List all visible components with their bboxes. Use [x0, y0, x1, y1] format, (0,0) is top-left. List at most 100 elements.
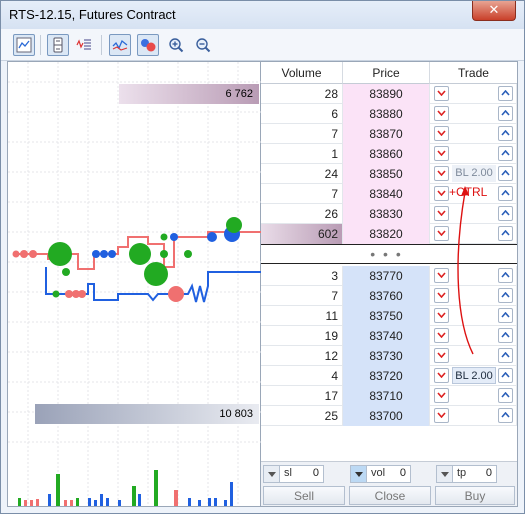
buy-limit-button[interactable]	[498, 166, 513, 181]
volume-cell: 602	[261, 224, 343, 244]
zoom-out-button[interactable]	[192, 34, 214, 56]
price-header[interactable]: Price	[343, 62, 430, 84]
vol-dropdown[interactable]	[351, 466, 367, 482]
chevron-up-icon	[501, 90, 510, 96]
price-cell[interactable]: 83850	[343, 164, 430, 184]
depth-toggle-button[interactable]	[47, 34, 69, 56]
volume-field[interactable]: vol 0	[350, 465, 411, 483]
close-position-button[interactable]: Close	[349, 486, 431, 505]
chevron-up-icon	[501, 230, 510, 236]
price-cell[interactable]: 83880	[343, 104, 430, 124]
price-cell[interactable]: 83830	[343, 204, 430, 224]
tp-label: tp	[457, 467, 467, 479]
sell-limit-button[interactable]	[434, 206, 449, 221]
sell-limit-button[interactable]	[434, 166, 449, 181]
trade-cell	[430, 286, 517, 306]
circles-toggle-button[interactable]	[137, 34, 159, 56]
buy-limit-button[interactable]	[498, 348, 513, 363]
trade-cell	[430, 224, 517, 244]
chevron-down-icon	[437, 412, 446, 418]
tp-dropdown[interactable]	[437, 466, 453, 482]
trade-cell	[430, 266, 517, 286]
vol-value[interactable]: 0	[400, 467, 406, 479]
price-cell[interactable]: 83870	[343, 124, 430, 144]
buy-limit-button[interactable]	[498, 106, 513, 121]
price-cell[interactable]: 83890	[343, 84, 430, 104]
buy-limit-button[interactable]	[498, 288, 513, 303]
bid-row: 7 83760	[261, 286, 517, 306]
stop-loss-field[interactable]: sl 0	[263, 465, 324, 483]
trade-cell	[430, 306, 517, 326]
close-button[interactable]: ✕	[472, 1, 516, 21]
sell-limit-button[interactable]	[434, 86, 449, 101]
take-profit-field[interactable]: tp 0	[436, 465, 497, 483]
sell-limit-button[interactable]	[434, 368, 449, 383]
tp-value[interactable]: 0	[486, 467, 492, 479]
trades-icon	[112, 39, 128, 51]
trade-header[interactable]: Trade	[430, 62, 517, 84]
price-cell[interactable]: 83840	[343, 184, 430, 204]
sell-limit-button[interactable]	[434, 146, 449, 161]
bid-row: 12 83730	[261, 346, 517, 366]
price-cell[interactable]: 83760	[343, 286, 430, 306]
bid-row: 4 83720 BL 2.00	[261, 366, 517, 386]
sl-value[interactable]: 0	[313, 467, 319, 479]
buy-limit-button[interactable]	[498, 86, 513, 101]
buy-limit-button[interactable]	[498, 388, 513, 403]
sell-limit-button[interactable]	[434, 328, 449, 343]
price-cell[interactable]: 83710	[343, 386, 430, 406]
chevron-down-icon	[437, 210, 446, 216]
sell-button[interactable]: Sell	[263, 486, 345, 505]
buy-limit-button[interactable]	[498, 146, 513, 161]
chevron-down-icon	[437, 170, 446, 176]
sell-limit-button[interactable]	[434, 186, 449, 201]
price-cell[interactable]: 83740	[343, 326, 430, 346]
buy-limit-button[interactable]	[498, 206, 513, 221]
price-cell[interactable]: 83820	[343, 224, 430, 244]
buy-limit-button[interactable]	[498, 186, 513, 201]
chart-toggle-button[interactable]	[13, 34, 35, 56]
price-cell[interactable]: 83750	[343, 306, 430, 326]
sell-limit-button[interactable]	[434, 348, 449, 363]
sell-limit-button[interactable]	[434, 288, 449, 303]
sell-limit-button[interactable]	[434, 106, 449, 121]
window: RTS-12.15, Futures Contract ✕ 6 762 10 8…	[0, 0, 525, 514]
buy-limit-button[interactable]	[498, 126, 513, 141]
price-cell[interactable]: 83860	[343, 144, 430, 164]
tick-chart	[8, 62, 261, 506]
buy-limit-button[interactable]	[498, 408, 513, 423]
trades-toggle-button[interactable]	[109, 34, 131, 56]
volume-cell: 3	[261, 266, 343, 286]
zoom-in-button[interactable]	[165, 34, 187, 56]
pending-order-ghost[interactable]: BL 2.00	[452, 165, 496, 182]
pending-order[interactable]: BL 2.00	[452, 367, 496, 384]
buy-limit-button[interactable]	[498, 268, 513, 283]
sell-limit-button[interactable]	[434, 388, 449, 403]
price-cell[interactable]: 83700	[343, 406, 430, 426]
buy-limit-button[interactable]	[498, 226, 513, 241]
sell-limit-button[interactable]	[434, 308, 449, 323]
chevron-down-icon	[437, 190, 446, 196]
buy-limit-button[interactable]	[498, 368, 513, 383]
spread-dots: • • •	[370, 246, 403, 262]
chevron-down-icon	[437, 292, 446, 298]
volume-cell: 24	[261, 164, 343, 184]
volume-cell: 7	[261, 124, 343, 144]
book-icon	[53, 37, 63, 53]
list-toggle-button[interactable]	[73, 34, 95, 56]
buy-button[interactable]: Buy	[435, 486, 515, 505]
sl-dropdown[interactable]	[264, 466, 280, 482]
price-cell[interactable]: 83720	[343, 366, 430, 386]
vol-label: vol	[371, 467, 386, 479]
price-cell[interactable]: 83730	[343, 346, 430, 366]
sell-limit-button[interactable]	[434, 408, 449, 423]
sell-limit-button[interactable]	[434, 126, 449, 141]
chevron-up-icon	[501, 130, 510, 136]
sell-limit-button[interactable]	[434, 226, 449, 241]
buy-limit-button[interactable]	[498, 328, 513, 343]
volume-header[interactable]: Volume	[261, 62, 343, 84]
volume-cell: 4	[261, 366, 343, 386]
sell-limit-button[interactable]	[434, 268, 449, 283]
price-cell[interactable]: 83770	[343, 266, 430, 286]
buy-limit-button[interactable]	[498, 308, 513, 323]
